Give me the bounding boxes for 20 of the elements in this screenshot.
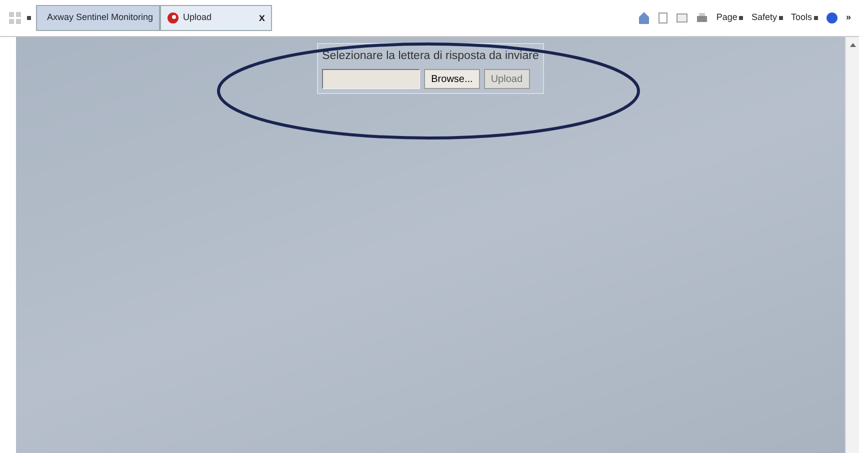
dropdown-icon[interactable] xyxy=(814,16,818,20)
more-tools-button[interactable]: » xyxy=(846,11,851,25)
tab-title: Upload xyxy=(183,11,212,24)
toolbar-menu[interactable]: Page xyxy=(716,11,738,25)
printer-icon[interactable] xyxy=(696,12,708,24)
toolbar-menu[interactable]: Safety xyxy=(751,11,777,25)
help-icon[interactable] xyxy=(826,12,838,24)
dropdown-icon[interactable] xyxy=(739,16,744,20)
prompt-text: Selezionare la lettera di risposta da inviare xyxy=(322,49,539,64)
browser-tab[interactable]: Upload x xyxy=(160,5,272,31)
file-path-field[interactable] xyxy=(322,69,420,90)
dropdown-icon[interactable] xyxy=(778,16,783,20)
toolbar-menu[interactable]: Tools xyxy=(790,11,812,25)
close-tab-button[interactable]: x xyxy=(258,10,265,26)
tab-title: Axway Sentinel Monitoring xyxy=(47,11,154,24)
scroll-up-icon[interactable] xyxy=(848,41,856,49)
form-button[interactable]: Browse... xyxy=(424,69,480,90)
browser-tab[interactable]: Axway Sentinel Monitoring xyxy=(36,5,160,31)
home-icon[interactable] xyxy=(638,11,650,25)
dropdown-icon[interactable] xyxy=(26,15,32,21)
